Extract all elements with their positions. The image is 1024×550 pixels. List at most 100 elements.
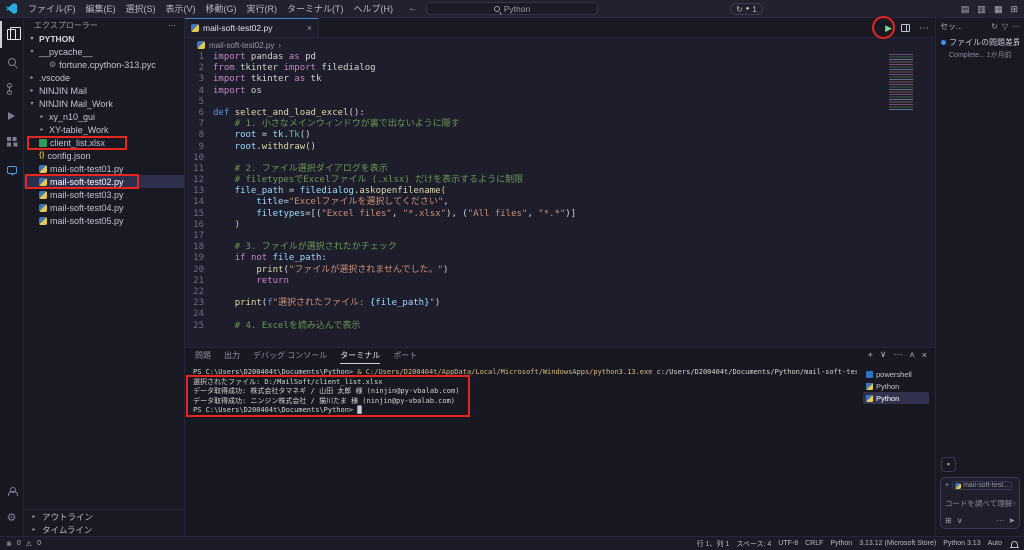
line-number: 7 bbox=[185, 119, 213, 130]
chevron-down-icon[interactable]: ∨ bbox=[880, 349, 887, 360]
terminal-list-item[interactable]: Python bbox=[863, 380, 929, 392]
panel-more-icon[interactable]: ⋯ bbox=[893, 349, 902, 360]
command-center-search[interactable]: Python bbox=[426, 2, 598, 15]
bell-icon[interactable] bbox=[1011, 541, 1018, 547]
menu-item[interactable]: 編集(E) bbox=[81, 2, 121, 15]
menu-item[interactable]: 表示(V) bbox=[161, 2, 201, 15]
menu-item[interactable]: 実行(R) bbox=[242, 2, 283, 15]
chat-input[interactable]: コードを調べて理解↑ bbox=[945, 498, 1015, 509]
line-number: 3 bbox=[185, 74, 213, 85]
chevron-down-icon: ▾ bbox=[28, 48, 36, 55]
chevron-down-icon[interactable]: ∨ bbox=[957, 516, 963, 525]
back-icon[interactable]: ← bbox=[408, 3, 418, 14]
panel-tab[interactable]: 出力 bbox=[224, 348, 240, 364]
search-icon[interactable] bbox=[0, 48, 24, 75]
status-item[interactable]: UTF-8 bbox=[778, 540, 798, 547]
status-item[interactable]: スペース: 4 bbox=[736, 539, 771, 549]
settings-icon[interactable]: ⚙ bbox=[0, 505, 24, 532]
account-icon[interactable] bbox=[0, 478, 24, 505]
new-terminal-icon[interactable]: + bbox=[868, 350, 873, 360]
panel-tab[interactable]: ポート bbox=[393, 348, 417, 364]
split-editor-icon[interactable] bbox=[901, 24, 910, 32]
code-line: 6def select_and_load_excel(): bbox=[185, 108, 935, 119]
explorer-icon[interactable] bbox=[0, 21, 24, 48]
tree-item[interactable]: {}config.json bbox=[24, 149, 184, 162]
toggle-sidebar-icon[interactable]: ▤ bbox=[961, 4, 970, 15]
editor-more-icon[interactable]: ⋯ bbox=[919, 23, 929, 34]
filter-icon[interactable]: ▽ bbox=[1002, 22, 1008, 31]
panel-tab[interactable]: 問題 bbox=[195, 348, 211, 364]
chat-more-icon[interactable]: ⋯ bbox=[1012, 22, 1020, 31]
tree-item[interactable]: mail-soft-test02.py bbox=[24, 175, 184, 188]
search-value: Python bbox=[504, 4, 530, 14]
tree-item[interactable]: ▾__pycache__ bbox=[24, 45, 184, 58]
chat-icon[interactable] bbox=[0, 156, 24, 183]
outline-section[interactable]: ▸ アウトライン bbox=[24, 510, 184, 523]
close-panel-icon[interactable]: × bbox=[922, 350, 927, 360]
close-icon[interactable]: × bbox=[307, 23, 312, 33]
terminal-list-item[interactable]: powershell bbox=[863, 368, 929, 380]
run-python-file-button[interactable]: ▶ bbox=[885, 23, 892, 34]
menu-item[interactable]: ファイル(F) bbox=[23, 2, 81, 15]
maximize-panel-icon[interactable]: ˄ bbox=[909, 350, 914, 360]
mic-icon[interactable]: ⋯ bbox=[996, 516, 1004, 525]
tree-item[interactable]: mail-soft-test05.py bbox=[24, 214, 184, 227]
python-file-icon bbox=[39, 191, 47, 199]
terminal-list-item[interactable]: Python bbox=[863, 392, 929, 404]
breadcrumb[interactable]: mail-soft-test02.py › bbox=[185, 38, 935, 52]
tree-item[interactable]: ▸.vscode bbox=[24, 71, 184, 84]
tree-item[interactable]: ▾NINJIN Mail_Work bbox=[24, 97, 184, 110]
minimap[interactable] bbox=[889, 54, 923, 110]
add-context-icon[interactable]: + bbox=[945, 482, 949, 489]
chat-header-icons: ↻ ▽ ⋯ bbox=[991, 22, 1020, 31]
tree-item[interactable]: client_list.xlsx bbox=[24, 136, 184, 149]
titlebar-status-pill[interactable]: ↻ ● 1 bbox=[730, 3, 763, 15]
status-item[interactable]: CRLF bbox=[805, 540, 823, 547]
code-line: 9 root.withdraw() bbox=[185, 142, 935, 153]
tree-item[interactable]: ⚙fortune.cpython-313.pyc bbox=[24, 58, 184, 71]
menu-item[interactable]: 選択(S) bbox=[121, 2, 161, 15]
line-number: 8 bbox=[185, 130, 213, 141]
tree-item[interactable]: ▸XY-table_Work bbox=[24, 123, 184, 136]
refresh-icon[interactable]: ↻ bbox=[991, 22, 998, 31]
tree-item[interactable]: ▸xy_n10_gui bbox=[24, 110, 184, 123]
chevron-right-icon: ▸ bbox=[30, 526, 38, 533]
tree-item[interactable]: mail-soft-test04.py bbox=[24, 201, 184, 214]
timeline-section[interactable]: ▸ タイムライン bbox=[24, 523, 184, 536]
menu-item[interactable]: ターミナル(T) bbox=[282, 2, 349, 15]
menu-item[interactable]: ヘルプ(H) bbox=[349, 2, 399, 15]
editor-actions: ▶ ⋯ bbox=[885, 18, 929, 38]
extensions-icon[interactable] bbox=[0, 129, 24, 156]
code-line: 5 bbox=[185, 97, 935, 108]
chat-mode-icon[interactable]: ⊞ bbox=[945, 516, 952, 525]
status-item[interactable]: Python bbox=[830, 540, 852, 547]
panel-tab[interactable]: デバッグ コンソール bbox=[253, 348, 327, 364]
terminal-output[interactable]: PS C:\Users\D200404t\Documents\Python> &… bbox=[193, 368, 857, 532]
status-item[interactable]: Python 3.13 bbox=[943, 540, 980, 547]
problems-status[interactable]: ⊗ 0 ⚠ 0 bbox=[6, 540, 41, 548]
status-item[interactable]: Auto bbox=[988, 540, 1002, 547]
customize-layout-icon[interactable]: ⊞ bbox=[1010, 4, 1018, 15]
tree-item[interactable]: ▸NINJIN Mail bbox=[24, 84, 184, 97]
tree-item[interactable]: mail-soft-test01.py bbox=[24, 162, 184, 175]
json-file-icon: {} bbox=[39, 152, 44, 159]
tree-item[interactable]: mail-soft-test03.py bbox=[24, 188, 184, 201]
sparkle-icon[interactable]: ⋆ bbox=[941, 457, 956, 472]
dot-icon: ● bbox=[746, 6, 750, 12]
run-debug-icon[interactable] bbox=[0, 102, 24, 129]
context-chip[interactable]: mail-soft-test... bbox=[952, 481, 1012, 490]
source-control-icon[interactable] bbox=[0, 75, 24, 102]
status-item[interactable]: 3.13.12 (Microsoft Store) bbox=[859, 540, 936, 547]
status-item[interactable]: 行 1、列 1 bbox=[697, 539, 730, 549]
code-area[interactable]: 1import pandas as pd2from tkinter import… bbox=[185, 52, 935, 347]
workspace-root[interactable]: ▾ PYTHON bbox=[24, 32, 184, 45]
menu-item[interactable]: 移動(G) bbox=[201, 2, 242, 15]
line-number: 12 bbox=[185, 175, 213, 186]
toggle-panel-icon[interactable]: ▥ bbox=[977, 4, 986, 15]
toggle-secondary-sidebar-icon[interactable]: ▦ bbox=[994, 4, 1003, 15]
panel-tab[interactable]: ターミナル bbox=[340, 348, 380, 364]
chat-session-item[interactable]: ファイルの問題差異... Complete... 1か月前 bbox=[936, 34, 1024, 63]
send-icon[interactable]: ➤ bbox=[1008, 516, 1015, 525]
tab-mail-soft-test02[interactable]: mail-soft-test02.py × bbox=[185, 18, 319, 37]
explorer-more-icon[interactable]: ⋯ bbox=[168, 21, 176, 30]
